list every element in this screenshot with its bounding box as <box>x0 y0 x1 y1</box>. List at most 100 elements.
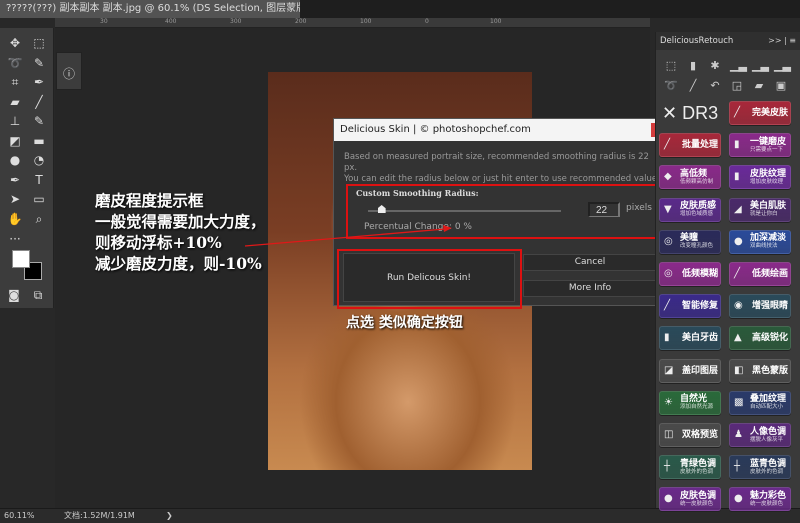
retouch-button[interactable]: ♟ 人像色调 摆脱人像灰平 <box>729 423 791 447</box>
status-menu-arrow[interactable]: ❯ <box>166 509 173 523</box>
retouch-button[interactable]: ● 加深减淡 双曲线技法 <box>729 229 791 254</box>
retouch-button[interactable]: ▮ 皮肤纹理 增加皮肤纹理 <box>729 165 791 190</box>
button-icon: ╱ <box>664 139 671 151</box>
button-sublabel: 增加色域质感 <box>680 211 714 218</box>
button-icon: ╱ <box>734 107 741 118</box>
button-label: 双格预览 <box>682 430 719 440</box>
retouch-button[interactable]: ◫ 双格预览 <box>659 423 721 447</box>
retouch-button[interactable]: ▲ 高级锐化 <box>729 326 791 351</box>
retouch-button[interactable]: ▮ 美白牙齿 <box>659 326 721 351</box>
retouch-button[interactable]: ◢ 美白肌肤 就是让你白 <box>729 197 791 222</box>
button-label: 皮肤质感 <box>680 201 717 212</box>
button-icon: ● <box>664 493 673 505</box>
button-label: 低频模糊 <box>682 269 719 279</box>
button-icon: ▮ <box>734 139 740 151</box>
button-icon: ◪ <box>664 364 674 376</box>
button-sublabel: 皮肤外的色调 <box>680 468 714 475</box>
retouch-button[interactable]: ◪ 盖印图层 <box>659 358 721 383</box>
button-label: 自然光 <box>680 394 708 405</box>
retouch-button[interactable]: ┼ 青绿色调 皮肤外的色调 <box>659 455 721 480</box>
button-label: 批量处理 <box>682 140 719 151</box>
button-icon: ◧ <box>734 364 744 376</box>
retouch-button[interactable]: ╱ 批量处理 <box>659 133 721 158</box>
button-icon: ◎ <box>664 235 673 247</box>
button-label: 高低频 <box>680 168 708 179</box>
bandage-icon[interactable]: ▰ <box>752 79 766 93</box>
button-label: 美白牙齿 <box>682 333 719 344</box>
button-label: 皮肤色调 <box>680 490 717 501</box>
layers-icon[interactable]: ◲ <box>730 79 744 93</box>
button-sublabel: 摆脱人像灰平 <box>750 436 784 443</box>
foreground-color-swatch[interactable] <box>12 250 30 268</box>
button-sublabel: 添加自然光源 <box>680 404 714 411</box>
button-sublabel: 统一皮肤颜色 <box>680 500 714 507</box>
delicious-retouch-panel: DeliciousRetouch >> | ≡ ✕ DR3 ⬚ ▮ ✱ ▁▃ ▁▃ ▁▃ ➰… <box>655 32 800 512</box>
button-label: 智能修复 <box>682 301 719 312</box>
gradient-icon[interactable]: ▮ <box>686 59 700 73</box>
annotation-bottom: 点选 类似确定按钮 <box>346 315 463 331</box>
button-sublabel: 增加皮肤纹理 <box>750 178 784 185</box>
histogram-icon[interactable]: ▁▃ <box>774 59 791 73</box>
logo-text: DR3 <box>682 103 719 123</box>
button-label: 加深减淡 <box>750 233 787 244</box>
button-label: 高级锐化 <box>752 333 789 344</box>
retouch-button[interactable]: ☀ 自然光 添加自然光源 <box>659 390 721 415</box>
button-icon: ♟ <box>734 429 743 440</box>
retouch-button[interactable]: ▮ 一键磨皮 只需要点一下 <box>729 133 791 158</box>
lasso-icon[interactable]: ➰ <box>664 79 678 93</box>
button-sublabel: 就是让你白 <box>750 211 778 218</box>
undo-icon[interactable]: ↶ <box>708 79 722 93</box>
button-icon: ◉ <box>734 300 743 312</box>
button-label: 低频绘画 <box>752 269 789 279</box>
retouch-button[interactable]: ╱ 智能修复 <box>659 294 721 319</box>
annotation-left: 磨皮程度提示框 一般觉得需要加大力度， 则移动浮标+10% 减少磨皮力度，则-1… <box>95 191 266 273</box>
brush-icon[interactable]: ╱ <box>686 79 700 93</box>
retouch-button[interactable]: ◎ 低频模糊 <box>659 262 721 286</box>
retouch-button[interactable]: ▼ 皮肤质感 增加色域质感 <box>659 197 721 222</box>
button-icon: ▮ <box>734 171 740 183</box>
retouch-button[interactable]: ● 皮肤色调 统一皮肤颜色 <box>659 487 721 512</box>
button-label: 美白肌肤 <box>750 201 787 212</box>
button-icon: ☀ <box>664 396 673 408</box>
button-sublabel: 双曲线技法 <box>750 243 778 250</box>
button-icon: ╱ <box>734 268 741 279</box>
selection-icon[interactable]: ⬚ <box>664 59 678 73</box>
button-icon: ◫ <box>664 429 674 440</box>
button-icon: ┼ <box>734 461 741 473</box>
retouch-button[interactable]: ╱ 低频绘画 <box>729 262 791 286</box>
histogram-icon[interactable]: ▁▃ <box>752 59 769 73</box>
retouch-button[interactable]: ◎ 美瞳 改变瞳孔颜色 <box>659 229 721 254</box>
button-label: 青绿色调 <box>680 458 717 469</box>
button-label: 叠加纹理 <box>750 394 787 405</box>
retouch-button[interactable]: ╱ 完美皮肤 <box>729 101 791 125</box>
button-icon: ▩ <box>734 396 744 408</box>
retouch-button[interactable]: ┼ 蓝青色调 皮肤外的色调 <box>729 455 791 480</box>
button-icon: ◆ <box>664 171 672 183</box>
retouch-button[interactable]: ▩ 叠加纹理 自动匹配大小 <box>729 390 791 415</box>
dr3-logo: ✕ DR3 <box>662 103 719 123</box>
button-label: 增强眼睛 <box>752 301 789 312</box>
zoom-level[interactable]: 60.11% <box>4 509 35 523</box>
button-icon: ▮ <box>664 332 670 344</box>
button-label: 皮肤纹理 <box>750 168 787 179</box>
button-label: 完美皮肤 <box>752 108 789 118</box>
splash-icon[interactable]: ✱ <box>708 59 722 73</box>
button-icon: ● <box>734 235 743 247</box>
button-sublabel: 皮肤外的色调 <box>750 468 784 475</box>
retouch-button[interactable]: ◆ 高低频 低频颗高仿制 <box>659 165 721 190</box>
panel-menu-icon[interactable]: >> | ≡ <box>768 32 796 50</box>
button-icon: ▲ <box>734 332 742 344</box>
button-label: 魅力彩色 <box>750 490 787 501</box>
button-sublabel: 低频颗高仿制 <box>680 178 714 185</box>
button-icon: ╱ <box>664 300 671 312</box>
retouch-button[interactable]: ● 魅力彩色 统一皮肤颜色 <box>729 487 791 512</box>
button-label: 美瞳 <box>680 233 699 244</box>
retouch-button[interactable]: ◧ 黑色蒙版 <box>729 358 791 383</box>
chip-icon[interactable]: ▣ <box>774 79 788 93</box>
button-sublabel: 自动匹配大小 <box>750 404 784 411</box>
retouch-button[interactable]: ◉ 增强眼睛 <box>729 294 791 319</box>
histogram-icon[interactable]: ▁▃ <box>730 59 747 73</box>
panel-title: DeliciousRetouch <box>660 36 734 46</box>
button-sublabel: 只需要点一下 <box>750 146 784 153</box>
button-label: 人像色调 <box>750 426 787 437</box>
